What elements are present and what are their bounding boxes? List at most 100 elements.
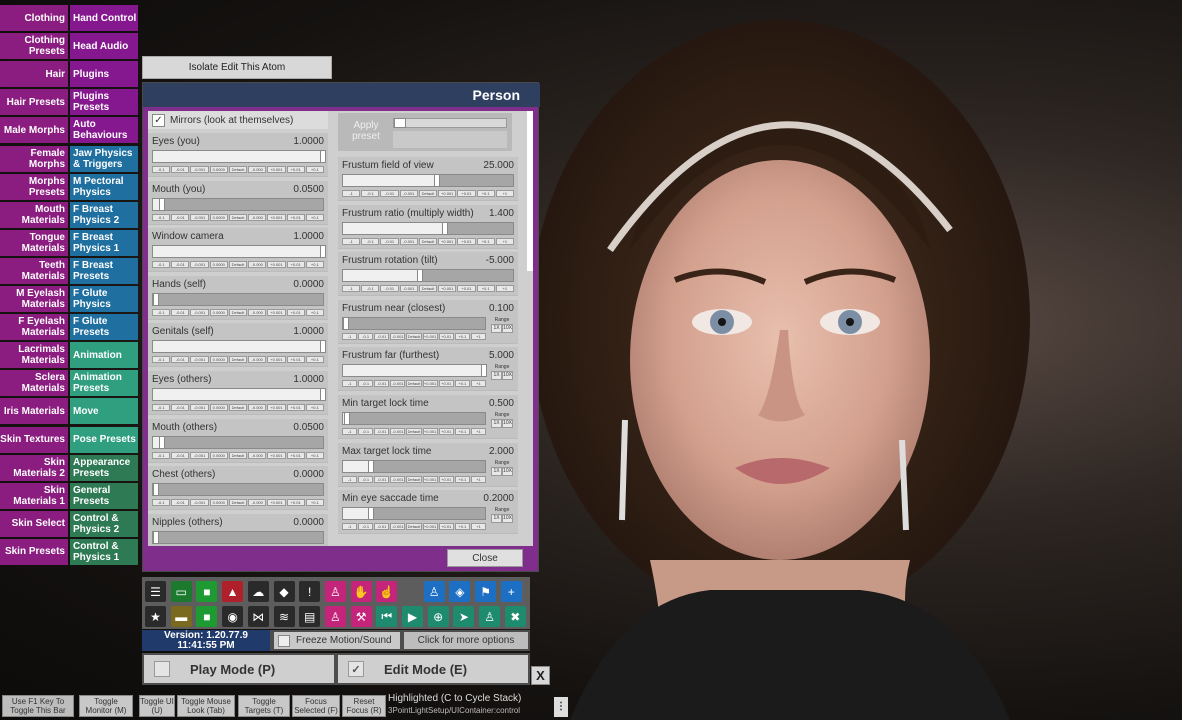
slider-knob[interactable] bbox=[433, 174, 440, 187]
step-button[interactable]: -0.01 bbox=[374, 380, 390, 388]
step-button[interactable]: -0.001 bbox=[390, 332, 406, 340]
more-menu-icon[interactable]: ⋮ bbox=[554, 697, 568, 717]
step-button[interactable]: Default bbox=[406, 380, 422, 388]
step-button[interactable]: +1 bbox=[470, 523, 486, 531]
step-button[interactable]: -0.01 bbox=[171, 166, 190, 173]
tab-appearance-presets[interactable]: Appearance Presets bbox=[70, 454, 138, 481]
step-button[interactable]: 0.0000 bbox=[209, 213, 228, 221]
preset-slider-knob[interactable] bbox=[394, 118, 406, 128]
step-button[interactable]: -0.001 bbox=[190, 308, 209, 316]
slider-track[interactable] bbox=[152, 530, 324, 544]
target-icon[interactable]: ⊕ bbox=[427, 606, 449, 627]
range-10x-button[interactable]: 10X bbox=[502, 419, 513, 428]
step-button[interactable]: -0.01 bbox=[380, 285, 399, 293]
step-button[interactable]: +0.1 bbox=[305, 356, 324, 364]
step-button[interactable]: +0.1 bbox=[305, 261, 324, 269]
tab-tongue-materials[interactable]: Tongue Materials bbox=[0, 229, 68, 256]
slider-knob[interactable] bbox=[320, 245, 326, 259]
tab-plugins[interactable]: Plugins bbox=[70, 61, 138, 88]
cube-icon[interactable]: ◆ bbox=[273, 581, 295, 602]
step-button[interactable]: -1 bbox=[342, 523, 358, 531]
play-mode-button[interactable]: Play Mode (P) bbox=[144, 655, 334, 683]
slider-knob[interactable] bbox=[480, 364, 487, 378]
step-button[interactable]: +0.001 bbox=[438, 285, 457, 293]
tab-animation-presets[interactable]: Animation Presets bbox=[70, 370, 138, 397]
step-button[interactable]: +0.001 bbox=[267, 261, 286, 269]
step-button[interactable]: -0.1 bbox=[152, 261, 171, 269]
step-button[interactable]: -0.001 bbox=[399, 237, 418, 245]
step-button[interactable]: 0.0000 bbox=[209, 166, 228, 173]
step-button[interactable]: -0.1 bbox=[152, 308, 171, 316]
edit-mode-button[interactable]: ✓ Edit Mode (E) bbox=[338, 655, 528, 683]
close-ui-button[interactable]: X bbox=[531, 666, 550, 685]
step-button[interactable]: +0.01 bbox=[438, 380, 454, 388]
step-button[interactable]: -0.01 bbox=[380, 237, 399, 245]
apply-preset-control[interactable]: Apply preset bbox=[338, 113, 512, 151]
tab-sclera-materials[interactable]: Sclera Materials bbox=[0, 370, 68, 397]
step-button[interactable]: +0.01 bbox=[286, 213, 305, 221]
slider-knob[interactable] bbox=[153, 292, 159, 306]
tab-head-audio[interactable]: Head Audio bbox=[70, 33, 138, 60]
step-button[interactable]: -0.000 bbox=[248, 451, 267, 459]
slider-track[interactable] bbox=[342, 507, 486, 521]
slider-knob[interactable] bbox=[158, 435, 165, 449]
step-button[interactable]: +0.01 bbox=[438, 523, 454, 531]
slider-knob[interactable] bbox=[368, 507, 375, 521]
step-button[interactable]: -0.1 bbox=[152, 499, 171, 507]
slider-track[interactable] bbox=[152, 483, 324, 497]
tab-auto-behaviours[interactable]: Auto Behaviours bbox=[70, 117, 138, 144]
step-button[interactable]: -1 bbox=[342, 332, 358, 340]
tab-general-presets[interactable]: General Presets bbox=[70, 482, 138, 509]
step-button[interactable]: Default bbox=[228, 499, 248, 507]
tab-mouth-materials[interactable]: Mouth Materials bbox=[0, 201, 68, 228]
step-button[interactable]: Default bbox=[418, 237, 438, 245]
people-icon[interactable]: ♙ bbox=[479, 606, 501, 627]
step-button[interactable]: +1 bbox=[470, 332, 486, 340]
step-button[interactable]: Default bbox=[228, 261, 248, 269]
range-10x-button[interactable]: 10X bbox=[502, 466, 513, 476]
step-button[interactable]: Default bbox=[228, 404, 248, 411]
step-button[interactable]: -1 bbox=[342, 237, 361, 245]
folder-add-icon[interactable]: ■ bbox=[196, 606, 218, 627]
slider-knob[interactable] bbox=[368, 459, 375, 473]
step-button[interactable]: +0.01 bbox=[286, 166, 305, 173]
step-button[interactable]: -0.1 bbox=[361, 190, 380, 197]
cloud-upload-icon[interactable]: ☁ bbox=[247, 581, 269, 602]
slider-track[interactable] bbox=[342, 364, 487, 378]
tab-plugins-presets[interactable]: Plugins Presets bbox=[70, 89, 138, 116]
step-button[interactable]: -0.001 bbox=[390, 428, 406, 435]
step-button[interactable]: +0.01 bbox=[438, 428, 454, 435]
step-button[interactable]: -1 bbox=[342, 285, 361, 293]
step-button[interactable]: Default bbox=[406, 332, 422, 340]
range-toggle[interactable]: Range 1X 10X bbox=[490, 460, 514, 482]
step-button[interactable]: +1 bbox=[470, 380, 486, 388]
step-button[interactable]: -0.01 bbox=[374, 332, 390, 340]
step-button[interactable]: Default bbox=[228, 213, 248, 221]
step-button[interactable]: -0.001 bbox=[390, 380, 406, 388]
tab-f-eyelash-materials[interactable]: F Eyelash Materials bbox=[0, 314, 68, 341]
step-button[interactable]: -0.1 bbox=[358, 428, 374, 435]
step-button[interactable]: -0.01 bbox=[374, 475, 390, 483]
step-button[interactable]: +0.01 bbox=[286, 356, 305, 364]
step-button[interactable]: -0.1 bbox=[358, 380, 374, 388]
step-button[interactable]: -0.001 bbox=[390, 475, 406, 483]
step-button[interactable]: +0.01 bbox=[457, 190, 476, 197]
tab-animation[interactable]: Animation bbox=[70, 342, 138, 369]
step-button[interactable]: +0.001 bbox=[267, 166, 286, 173]
step-button[interactable]: -0.001 bbox=[190, 213, 209, 221]
step-button[interactable]: -0.000 bbox=[248, 356, 267, 364]
step-button[interactable]: -0.001 bbox=[190, 404, 209, 411]
step-button[interactable]: 0.0000 bbox=[209, 356, 228, 364]
step-button[interactable]: +0.001 bbox=[267, 308, 286, 316]
tab-f-breast-presets[interactable]: F Breast Presets bbox=[70, 257, 138, 284]
tab-skin-select[interactable]: Skin Select bbox=[0, 510, 68, 537]
more-options-button[interactable]: Click for more options bbox=[404, 632, 528, 649]
person-remove-icon[interactable]: ♙ bbox=[324, 606, 346, 627]
slider-track[interactable] bbox=[342, 174, 514, 187]
isolate-edit-atom-button[interactable]: Isolate Edit This Atom bbox=[142, 56, 332, 79]
slider-track[interactable] bbox=[342, 221, 514, 235]
step-button[interactable]: -0.1 bbox=[152, 213, 171, 221]
share-icon[interactable]: ⋈ bbox=[247, 606, 269, 627]
step-button[interactable]: +0.01 bbox=[286, 404, 305, 411]
step-button[interactable]: -1 bbox=[342, 190, 361, 197]
